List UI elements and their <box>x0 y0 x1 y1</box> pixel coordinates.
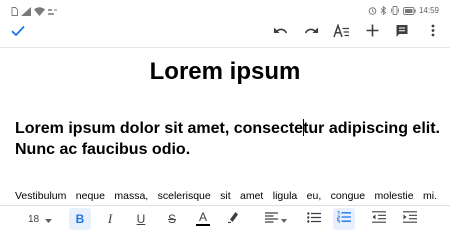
strikethrough-icon: S <box>167 212 176 226</box>
align-dropdown[interactable] <box>262 208 290 230</box>
numbered-list-button[interactable] <box>333 208 355 230</box>
align-left-icon <box>265 210 278 228</box>
insert-button[interactable] <box>361 22 383 44</box>
font-size-value: 18 <box>27 213 40 225</box>
underline-icon: U <box>136 212 146 226</box>
document-canvas[interactable]: Lorem ipsum Lorem ipsum dolor sit amet, … <box>0 49 450 205</box>
text-color-button[interactable]: A <box>192 208 214 230</box>
app-toolbar <box>0 18 450 48</box>
decrease-indent-icon <box>372 210 386 228</box>
document-heading[interactable]: Lorem ipsum dolor sit amet, consectetur … <box>15 118 445 160</box>
text-format-icon <box>332 22 350 43</box>
heading-text-before-cursor: Lorem ipsum dolor sit amet, consecte <box>15 120 304 137</box>
align-dropdown-arrow-icon <box>281 210 287 228</box>
text-color-swatch <box>196 224 210 226</box>
undo-button[interactable] <box>269 22 291 44</box>
highlight-button[interactable] <box>222 208 244 230</box>
italic-button[interactable]: I <box>99 208 121 230</box>
bulleted-list-button[interactable] <box>303 208 325 230</box>
strikethrough-button[interactable]: S <box>161 208 183 230</box>
highlighter-icon <box>227 210 240 228</box>
increase-indent-button[interactable] <box>399 208 421 230</box>
undo-icon <box>273 24 288 42</box>
more-vert-icon <box>431 24 435 42</box>
redo-icon <box>304 24 319 42</box>
done-button[interactable] <box>7 22 29 44</box>
underline-button[interactable]: U <box>130 208 152 230</box>
comment-icon <box>395 24 409 43</box>
bulleted-list-icon <box>307 210 321 228</box>
text-color-icon: A <box>198 210 207 224</box>
check-icon <box>11 24 25 42</box>
comment-button[interactable] <box>391 22 413 44</box>
add-icon <box>366 24 379 42</box>
format-toolbar: 18 B I U S A <box>0 205 450 231</box>
bold-icon: B <box>75 212 85 226</box>
redo-button[interactable] <box>300 22 322 44</box>
font-size-dropdown[interactable]: 18 <box>25 208 55 230</box>
bold-button[interactable]: B <box>69 208 91 230</box>
document-title[interactable]: Lorem ipsum <box>0 58 450 86</box>
status-time: 14:59 <box>418 6 439 15</box>
numbered-list-icon <box>336 210 351 228</box>
increase-indent-icon <box>403 210 417 228</box>
italic-icon: I <box>107 211 113 226</box>
more-options-button[interactable] <box>422 22 444 44</box>
status-bar: 14:59 <box>0 0 450 16</box>
dropdown-arrow-icon <box>45 210 53 228</box>
text-format-button[interactable] <box>330 22 352 44</box>
decrease-indent-button[interactable] <box>368 208 390 230</box>
document-body-text[interactable]: Vestibulum neque massa, scelerisque sit … <box>15 189 437 203</box>
